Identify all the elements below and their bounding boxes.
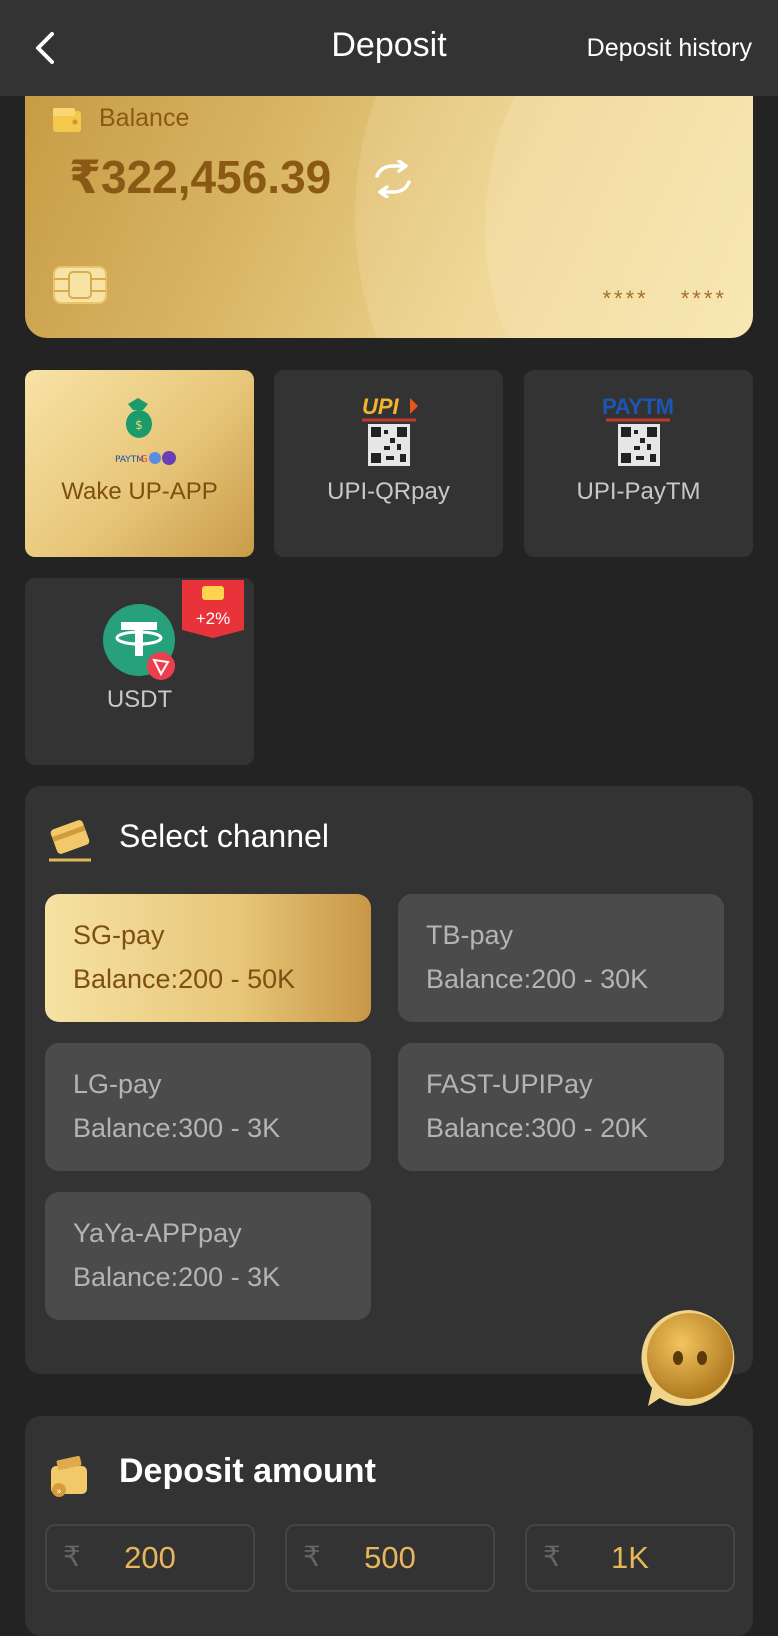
balance-amount: ₹322,456.39 xyxy=(69,151,332,203)
section-title: Deposit amount xyxy=(119,1452,376,1490)
method-wake-up-app[interactable]: $ PAYTM G Wake UP-APP xyxy=(25,370,254,557)
channel-name: SG-pay xyxy=(73,920,165,950)
chip-icon xyxy=(53,266,107,304)
deposit-history-link[interactable]: Deposit history xyxy=(587,34,752,63)
section-title: Select channel xyxy=(119,818,329,854)
channel-panel: Select channel SG-pay Balance:200 - 50K … xyxy=(25,786,753,1374)
amount-value: 500 xyxy=(364,1540,416,1575)
channel-name: FAST-UPIPay xyxy=(426,1069,593,1099)
channel-tb-pay[interactable]: TB-pay Balance:200 - 30K xyxy=(398,894,724,1022)
channel-yaya-apppay[interactable]: YaYa-APPpay Balance:200 - 3K xyxy=(45,1192,371,1320)
svg-text:»: » xyxy=(56,1487,62,1497)
amount-option-1k[interactable]: ₹ 1K xyxy=(525,1524,735,1592)
channel-name: YaYa-APPpay xyxy=(73,1218,242,1248)
deposit-amount-panel: » Deposit amount ₹ 200 ₹ 500 ₹ 1K xyxy=(25,1416,753,1636)
amount-option-200[interactable]: ₹ 200 xyxy=(45,1524,255,1592)
channel-lg-pay[interactable]: LG-pay Balance:300 - 3K xyxy=(45,1043,371,1171)
method-label: UPI-QRpay xyxy=(327,478,450,505)
card-icon xyxy=(49,820,91,862)
channel-range: Balance:200 - 3K xyxy=(73,1262,281,1292)
wallet-icon xyxy=(53,108,81,132)
balance-card: Balance ₹322,456.39 **** **** xyxy=(25,86,753,338)
method-upi-paytm[interactable]: PAYTM UPI-PayTM xyxy=(524,370,753,557)
amount-value: 200 xyxy=(124,1540,176,1575)
svg-text:UPI: UPI xyxy=(362,394,400,419)
paytm-qr-icon: PAYTM xyxy=(602,394,674,466)
support-chat-icon[interactable] xyxy=(640,1308,740,1408)
method-upi-qrpay[interactable]: UPI UPI-QRpay xyxy=(274,370,503,557)
card-number-masked: **** **** xyxy=(602,286,727,311)
svg-text:$: $ xyxy=(135,418,143,432)
channel-name: TB-pay xyxy=(426,920,514,950)
amount-value: 1K xyxy=(611,1540,649,1575)
svg-text:PAYTM: PAYTM xyxy=(602,394,674,419)
channel-sg-pay[interactable]: SG-pay Balance:200 - 50K xyxy=(45,894,371,1022)
balance-label: Balance xyxy=(99,104,190,132)
method-usdt[interactable]: +2% USDT xyxy=(25,578,254,765)
refresh-icon[interactable] xyxy=(371,160,415,198)
method-label: USDT xyxy=(106,686,173,713)
channel-range: Balance:300 - 3K xyxy=(73,1113,281,1143)
channel-fast-upipay[interactable]: FAST-UPIPay Balance:300 - 20K xyxy=(398,1043,724,1171)
wallet-transfer-icon: » xyxy=(51,1455,87,1497)
channel-range: Balance:200 - 30K xyxy=(426,964,649,994)
bonus-badge: +2% xyxy=(182,580,244,638)
channel-name: LG-pay xyxy=(73,1069,162,1099)
svg-text:G: G xyxy=(140,454,148,465)
upi-qr-icon: UPI xyxy=(362,394,418,466)
svg-text:+2%: +2% xyxy=(196,609,231,628)
amount-option-500[interactable]: ₹ 500 xyxy=(285,1524,495,1592)
method-label: Wake UP-APP xyxy=(61,478,218,505)
channel-range: Balance:200 - 50K xyxy=(73,964,296,994)
method-label: UPI-PayTM xyxy=(576,478,701,505)
top-bar: Deposit Deposit history xyxy=(0,0,778,96)
channel-range: Balance:300 - 20K xyxy=(426,1113,649,1143)
money-bag-icon: $ PAYTM G xyxy=(115,398,176,465)
